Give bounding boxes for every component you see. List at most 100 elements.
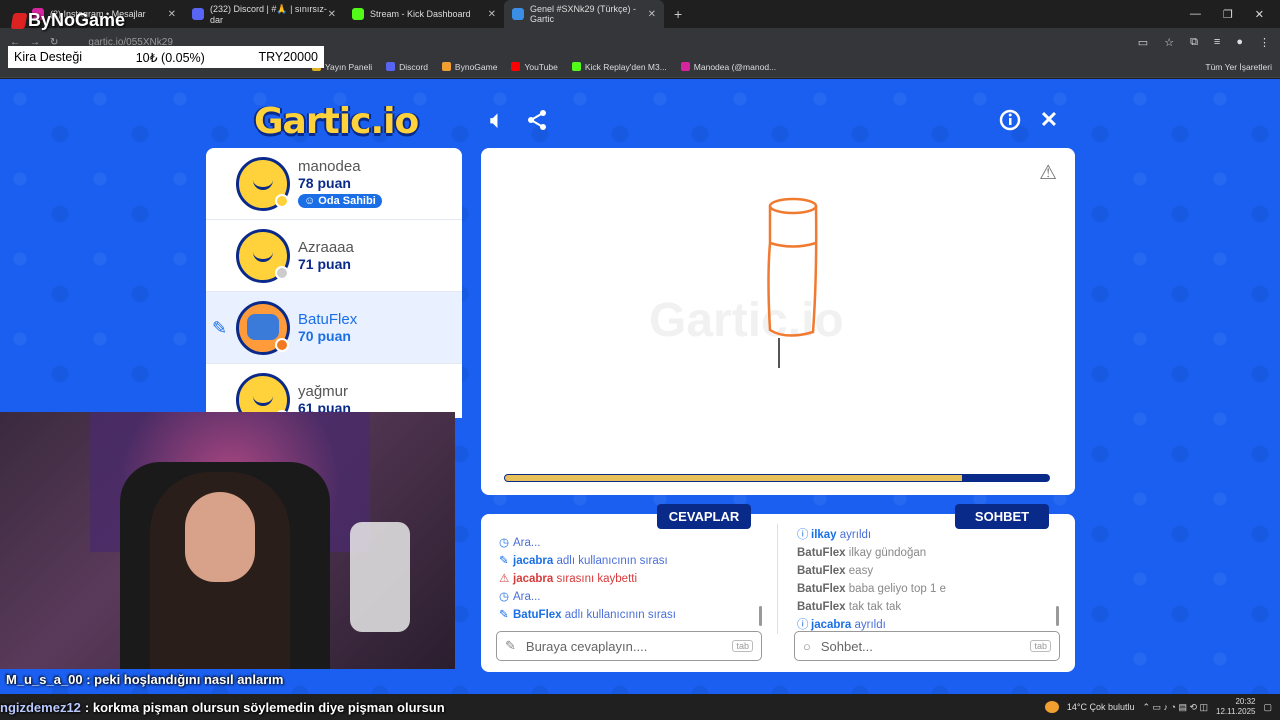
stream-brand-logo: ByNoGame [10, 10, 126, 31]
stream-chat-line: M_u_s_a_00 : peki hoşlandığını nasıl anl… [6, 672, 284, 687]
tab-title: Stream - Kick Dashboard [370, 9, 471, 19]
chat-list: ⓘ ilkay ayrıldı BatuFlex ilkay gündoğan Bat… [797, 526, 1057, 634]
donation-goal: Kira Desteği 10₺ (0.05%) TRY20000 [8, 46, 324, 68]
webcam-lamp [350, 522, 410, 632]
bookmark-item[interactable]: Discord [386, 62, 428, 72]
weather-text[interactable]: 14°C Çok bulutlu [1067, 702, 1135, 712]
player-points: 78 puan [298, 175, 351, 191]
brand-icon [10, 12, 28, 29]
status-dot [275, 193, 289, 208]
avatar [236, 156, 290, 211]
bookmark-list: Yayın Paneli Discord BynoGame YouTube Kick R… [312, 62, 776, 72]
tab-favicon [512, 8, 524, 20]
system-clock[interactable]: 20:32 12.11.2025 [1216, 697, 1255, 717]
chat-input[interactable] [820, 638, 1021, 654]
brand-name: ByNoGame [28, 10, 126, 30]
cast-icon[interactable]: ▭ [1138, 36, 1148, 49]
tab-close-icon[interactable]: ✕ [488, 9, 496, 20]
player-name: manodea [298, 158, 361, 175]
chat-username: ngizdemez12 [0, 699, 81, 715]
player-row[interactable]: yağmur 61 puan [206, 364, 462, 418]
profile-icon[interactable]: ● [1236, 36, 1243, 49]
answer-entry: ◷ Ara... [499, 534, 769, 552]
clock-time: 20:32 [1235, 697, 1256, 706]
player-row[interactable]: ✎ BatuFlex 70 puan [206, 292, 462, 364]
new-tab-button[interactable]: + [664, 6, 692, 22]
pencil-icon: ✎ [499, 555, 509, 567]
menu-icon[interactable]: ⋮ [1259, 36, 1270, 49]
player-row[interactable]: manodea 78 puan ☺ Oda Sahibi [206, 148, 462, 220]
drawing-canvas[interactable]: Gartic.io ⚠ [481, 148, 1075, 495]
star-icon[interactable]: ☆ [1164, 36, 1174, 49]
room-owner-badge: ☺ Oda Sahibi [298, 194, 382, 208]
chat-bubble-icon: ○ [803, 638, 811, 654]
bookmark-label: YouTube [524, 61, 558, 72]
tab-close-icon[interactable]: ✕ [648, 9, 656, 20]
bookmark-label: Discord [399, 61, 428, 72]
share-icon[interactable] [523, 106, 551, 134]
tab-key-hint: tab [732, 640, 753, 652]
chat-panel: CEVAPLAR SOHBET ◷ Ara... ✎ jacabra adlı kul… [481, 504, 1075, 672]
donation-goal-amount: 10₺ (0.05%) [135, 50, 205, 65]
restore-icon[interactable]: ❐ [1223, 8, 1233, 21]
bookmark-item[interactable]: Kick Replay'den M3... [571, 62, 667, 72]
sound-icon[interactable]: 🔈︎ [483, 106, 511, 134]
chat-entry: BatuFlex easy [797, 565, 874, 577]
tab-title: (232) Discord | #🙏 | sınırsız-dar [210, 3, 327, 25]
tab-close-icon[interactable]: ✕ [328, 9, 336, 20]
status-dot [275, 265, 289, 280]
chat-message: : korkma pişman olursun söylemedin diye … [84, 699, 445, 715]
player-row[interactable]: Azraaaa 71 puan [206, 220, 462, 292]
webcam-face [185, 492, 255, 582]
browser-tab[interactable]: Stream - Kick Dashboard ✕ [344, 0, 504, 28]
extensions-icon[interactable]: ⧉ [1190, 36, 1198, 49]
donation-goal-target: TRY20000 [258, 50, 318, 64]
bookmark-label: BynoGame [454, 61, 498, 72]
info-icon: ⓘ [797, 529, 809, 541]
tab-key-hint: tab [1030, 640, 1051, 652]
webcam-feed [0, 412, 455, 669]
chat-entry: BatuFlex ilkay gündoğan [797, 547, 927, 559]
browser-tab[interactable]: Genel #SXNk29 (Türkçe) - Gartic ✕ [504, 0, 664, 28]
stream-chat-line: ngizdemez12 : korkma pişman olursun söyl… [0, 697, 520, 717]
all-bookmarks[interactable]: Tüm Yer İşaretleri [1205, 62, 1272, 72]
player-name: BatuFlex [298, 311, 358, 328]
tab-favicon [352, 8, 364, 20]
bookmark-item[interactable]: Manodea (@manod... [680, 61, 777, 72]
weather-icon [1044, 701, 1059, 713]
window-controls: — ❐ ✕ [1190, 0, 1280, 28]
clock-icon: ◷ [499, 591, 510, 603]
chat-input-box: ○ tab [794, 631, 1060, 661]
bookmark-icon [571, 62, 581, 71]
bookmark-item[interactable]: BynoGame [441, 61, 498, 72]
chat-entry: BatuFlex baba geliyo top 1 e [797, 583, 946, 595]
notification-icon[interactable]: ▢ [1263, 702, 1272, 713]
minimize-icon[interactable]: — [1190, 8, 1201, 20]
close-icon[interactable]: ✕ [1035, 106, 1063, 134]
turn-timer-bar [504, 474, 1050, 482]
browser-tab[interactable]: (232) Discord | #🙏 | sınırsız-dar ✕ [184, 0, 344, 28]
tab-favicon [192, 8, 204, 20]
answers-label: CEVAPLAR [657, 504, 751, 529]
answer-entry: ✎ BatuFlex adlı kullanıcının sırası [499, 606, 769, 624]
tab-title: Genel #SXNk29 (Türkçe) - Gartic [530, 4, 637, 24]
info-icon[interactable] [996, 106, 1024, 134]
close-window-icon[interactable]: ✕ [1255, 8, 1264, 21]
bookmark-label: Yayın Paneli [325, 61, 373, 72]
tray-icons[interactable]: ⌃ ▭ ♪ ◔ ▤ ⟲ ◫ [1143, 702, 1209, 713]
bookmark-label: Manodea (@manod... [693, 61, 777, 72]
answers-scrollbar[interactable] [759, 606, 762, 626]
answer-entry: ⚠ jacabra sırasını kaybetti [499, 570, 769, 588]
media-icon[interactable]: ≡ [1214, 36, 1220, 49]
bookmark-item[interactable]: YouTube [511, 61, 558, 72]
tab-close-icon[interactable]: ✕ [168, 9, 176, 20]
clock-icon: ◷ [499, 537, 510, 549]
donation-goal-label: Kira Desteği [14, 50, 83, 64]
chat-scrollbar[interactable] [1056, 606, 1059, 626]
panel-divider [777, 524, 778, 634]
player-name: yağmur [298, 383, 349, 400]
bookmark-icon [680, 62, 690, 71]
bookmark-icon [441, 62, 451, 71]
answer-input[interactable] [525, 638, 723, 654]
answer-input-box: ✎ tab [496, 631, 762, 661]
